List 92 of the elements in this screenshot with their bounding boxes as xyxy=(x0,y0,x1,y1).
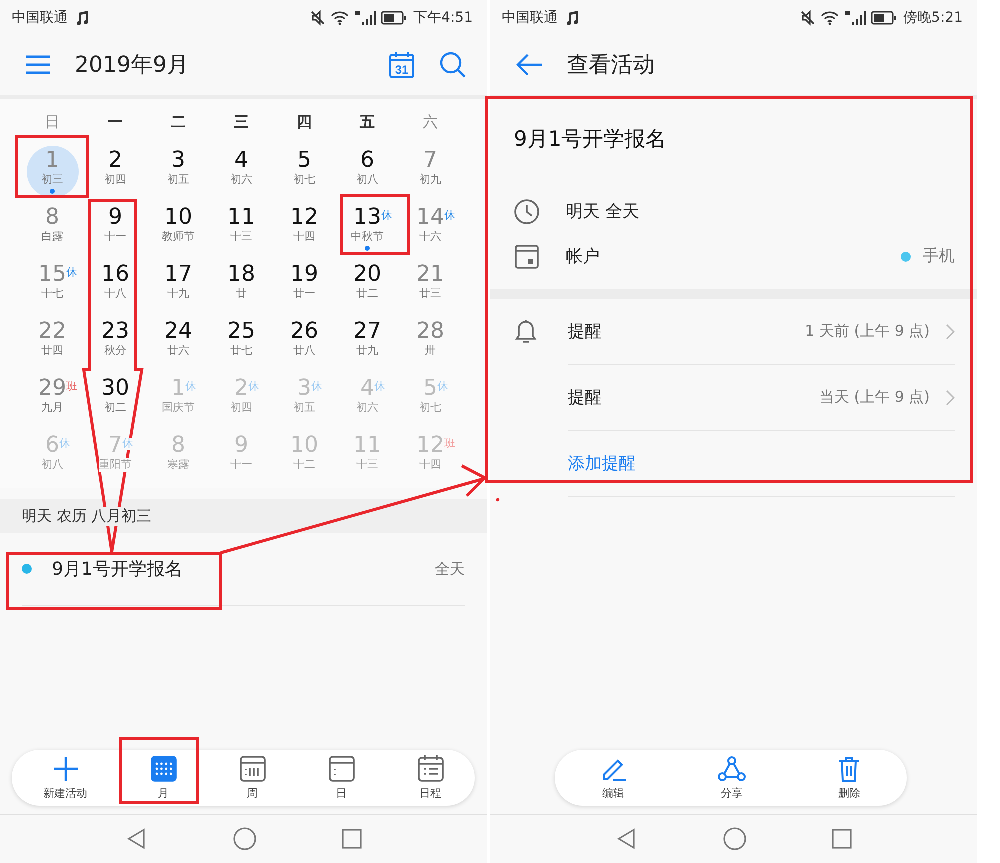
reminder-row[interactable]: 提醒 当天 (上午 9 点) xyxy=(514,365,955,431)
back-nav-icon[interactable] xyxy=(126,828,148,850)
calendar-day[interactable]: 2 初四 xyxy=(90,146,142,198)
agenda-calendar-icon xyxy=(418,755,444,782)
calendar-day[interactable]: 1 初三 xyxy=(26,146,78,198)
calendar-day[interactable]: 3 初五 xyxy=(152,146,204,198)
search-icon[interactable] xyxy=(439,51,467,79)
calendar-day[interactable]: 6 初八 xyxy=(342,146,394,198)
weekday-label: 三 xyxy=(234,113,249,132)
menu-icon[interactable] xyxy=(25,55,51,75)
share-icon xyxy=(718,756,746,782)
event-row[interactable]: 9月1号开学报名 全天 xyxy=(22,533,465,606)
annotation-box xyxy=(340,194,410,256)
weekday-label: 五 xyxy=(360,113,375,132)
nav-tab[interactable]: 日 xyxy=(322,754,360,802)
weekday-label: 六 xyxy=(423,113,438,132)
trash-icon xyxy=(837,756,862,782)
day-calendar-icon xyxy=(328,756,354,782)
calendar-day[interactable]: 25 廿七 xyxy=(216,317,268,369)
annotation-dot xyxy=(496,498,500,502)
event-time: 明天 全天 xyxy=(566,201,640,223)
battery-icon xyxy=(870,10,897,24)
music-note-icon xyxy=(75,10,89,26)
carrier-name: 中国联通 xyxy=(502,8,558,26)
chevron-icon xyxy=(946,390,955,406)
weekday-label: 四 xyxy=(297,113,312,132)
wifi-icon xyxy=(330,10,349,24)
calendar-day[interactable]: 22 廿四 xyxy=(26,317,78,369)
calendar-day[interactable]: 12 十四 xyxy=(278,203,330,255)
calendar-day[interactable]: 18 廿 xyxy=(216,260,268,312)
carrier-name: 中国联通 xyxy=(12,8,68,26)
calendar-day[interactable]: 7 初九 xyxy=(404,146,456,198)
calendar-day[interactable]: 16 十八 xyxy=(90,260,142,312)
clock-icon xyxy=(514,198,540,224)
weekday-label: 日 xyxy=(45,113,60,132)
status-time: 下午4:51 xyxy=(414,8,473,26)
calendar-day[interactable]: 24 廿六 xyxy=(152,317,204,369)
reminder-row[interactable]: 提醒 1 天前 (上午 9 点) xyxy=(514,299,955,365)
signal-icon xyxy=(354,10,376,26)
month-title: 2019年9月 xyxy=(75,52,189,80)
calendar-day[interactable]: 21 廿三 xyxy=(404,260,456,312)
calendar-day[interactable]: 28 卅 xyxy=(404,317,456,369)
calendar-day[interactable]: 23 秋分 xyxy=(90,317,142,369)
calendar-day[interactable]: 11 十三 xyxy=(216,203,268,255)
calendar-day[interactable]: 26 廿八 xyxy=(278,317,330,369)
signal-icon xyxy=(844,10,866,26)
calendar-day[interactable]: 8 白露 xyxy=(26,203,78,255)
week-calendar-icon xyxy=(240,756,266,782)
recents-nav-icon[interactable] xyxy=(832,829,852,849)
day-heading: 明天 农历 八月初三 xyxy=(22,506,152,526)
account-value: 手机 xyxy=(923,246,955,267)
calendar-day[interactable]: 4 初六 xyxy=(216,146,268,198)
home-nav-icon[interactable] xyxy=(722,827,746,851)
bell-icon xyxy=(514,318,538,346)
back-arrow-icon[interactable] xyxy=(515,53,543,77)
account-dot-icon xyxy=(901,252,911,262)
plus-icon xyxy=(52,756,78,782)
calendar-day[interactable]: 27 廿九 xyxy=(342,317,394,369)
grid-calendar-icon xyxy=(150,756,176,782)
event-dot-icon xyxy=(22,564,32,574)
account-label: 帐户 xyxy=(566,246,600,268)
toolbar-button[interactable]: 删除 xyxy=(831,754,868,802)
calendar-day[interactable]: 20 廿二 xyxy=(342,260,394,312)
calendar-day[interactable]: 5 初七 xyxy=(278,146,330,198)
calendar-day[interactable]: 9 十一 xyxy=(90,203,142,255)
back-nav-icon[interactable] xyxy=(616,828,638,850)
calendar-day[interactable]: 19 廿一 xyxy=(278,260,330,312)
battery-icon xyxy=(380,10,407,24)
mute-icon xyxy=(800,10,816,26)
page-title: 查看活动 xyxy=(567,52,655,80)
calendar-icon xyxy=(514,244,540,270)
calendar-day[interactable]: 30 初二 xyxy=(90,374,142,426)
toolbar-button[interactable]: 编辑 xyxy=(594,754,633,802)
event-title: 9月1号开学报名 xyxy=(514,126,668,153)
nav-tab[interactable]: 日程 xyxy=(412,753,450,803)
add-reminder-link[interactable]: 添加提醒 xyxy=(568,452,636,475)
nav-tab[interactable]: 周 xyxy=(234,754,272,802)
weekday-label: 二 xyxy=(171,113,186,132)
wifi-icon xyxy=(820,10,839,24)
mute-icon xyxy=(310,10,326,26)
calendar-day[interactable]: 17 十九 xyxy=(152,260,204,312)
music-note-icon xyxy=(565,10,579,26)
weekday-label: 一 xyxy=(108,113,123,132)
toolbar-button[interactable]: 分享 xyxy=(712,754,752,802)
recents-nav-icon[interactable] xyxy=(342,829,362,849)
nav-tab[interactable]: 新建活动 xyxy=(38,754,94,802)
nav-tab[interactable]: 月 xyxy=(144,754,182,802)
today-calendar-icon[interactable]: 31 xyxy=(389,51,415,79)
status-time: 傍晚5:21 xyxy=(904,8,963,26)
chevron-icon xyxy=(946,324,955,340)
calendar-day[interactable]: 10 教师节 xyxy=(152,203,204,255)
home-nav-icon[interactable] xyxy=(232,827,256,851)
